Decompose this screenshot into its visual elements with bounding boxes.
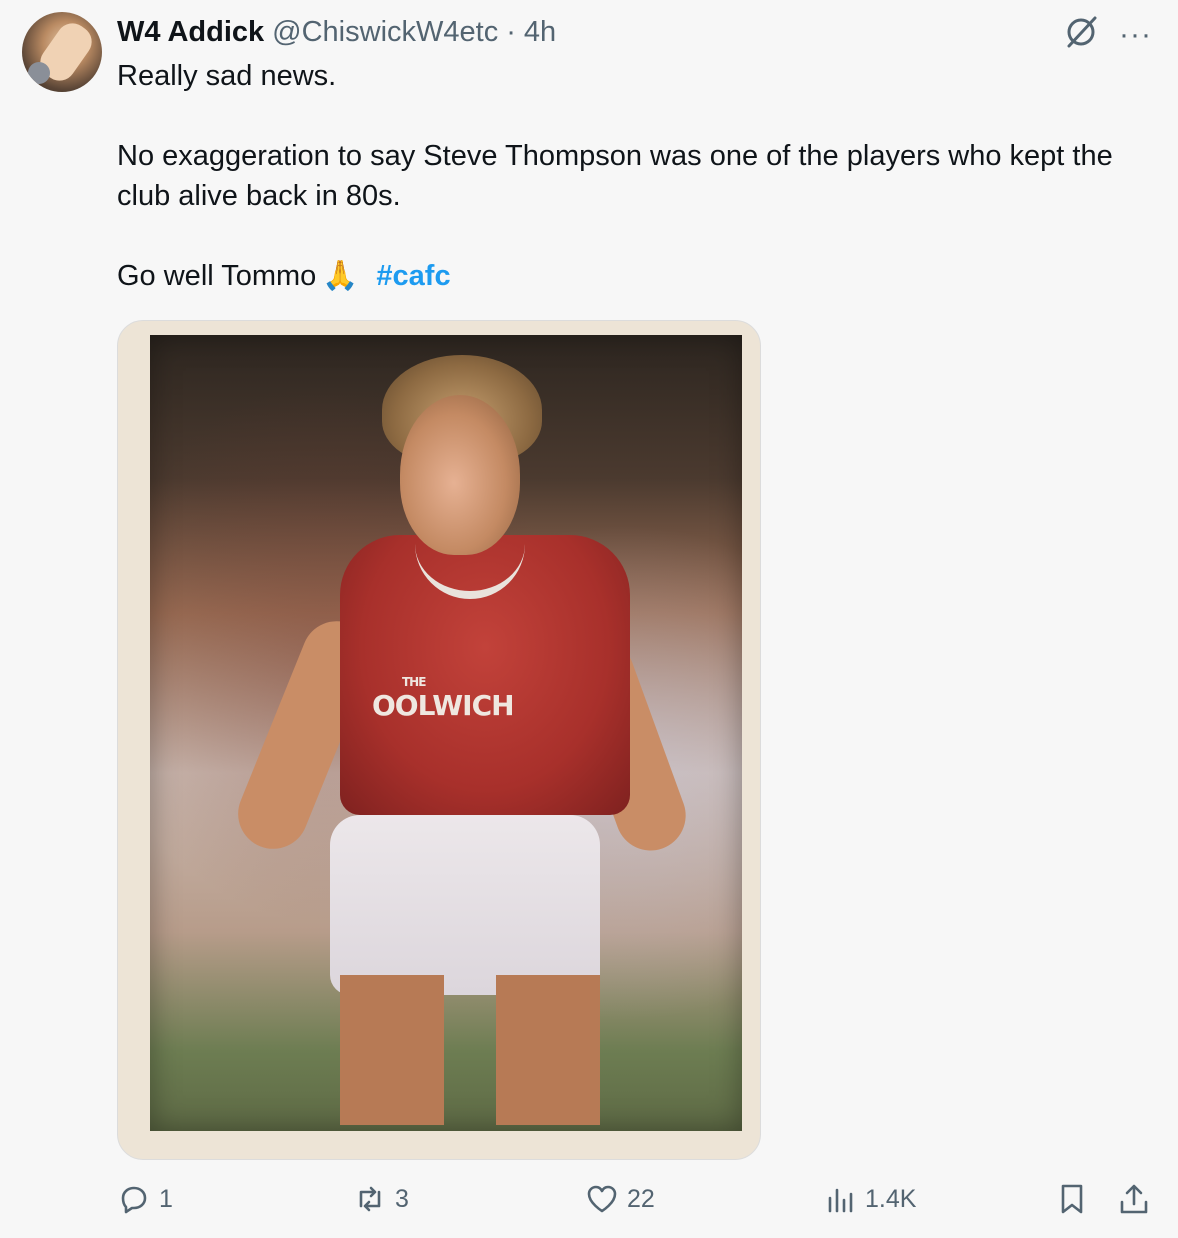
avatar-watch bbox=[28, 62, 50, 84]
tweet-top-actions: ··· bbox=[1063, 14, 1152, 55]
like-icon bbox=[587, 1185, 617, 1213]
repost-icon bbox=[359, 1186, 381, 1212]
tweet-actions: 1 3 22 1.4K bbox=[117, 1182, 1157, 1226]
more-icon[interactable]: ··· bbox=[1119, 17, 1152, 53]
user-handle[interactable]: @ChiswickW4etc bbox=[272, 16, 498, 49]
photo-white-shorts bbox=[330, 815, 600, 995]
tweet-paragraph-2: No exaggeration to say Steve Thompson wa… bbox=[117, 140, 1113, 212]
views-button[interactable]: 1.4K bbox=[823, 1182, 916, 1216]
folded-hands-emoji: 🙏 bbox=[322, 260, 359, 292]
like-count: 22 bbox=[627, 1184, 655, 1213]
separator-dot: · bbox=[506, 15, 516, 48]
reply-icon bbox=[121, 1186, 147, 1214]
hashtag-link[interactable]: #cafc bbox=[376, 260, 450, 292]
tweet-header: W4 Addick @ChiswickW4etc · 4h bbox=[117, 12, 556, 52]
reply-button[interactable]: 1 bbox=[117, 1182, 173, 1216]
reply-count: 1 bbox=[159, 1184, 173, 1213]
repost-count: 3 bbox=[395, 1184, 409, 1213]
repost-button[interactable]: 3 bbox=[353, 1182, 409, 1216]
tweet-photo[interactable]: THE OOLWICH bbox=[117, 320, 761, 1160]
tweet-text: Really sad news. No exaggeration to say … bbox=[117, 56, 1147, 296]
share-button[interactable] bbox=[1117, 1182, 1151, 1216]
grok-icon[interactable] bbox=[1063, 14, 1119, 55]
like-button[interactable]: 22 bbox=[585, 1182, 655, 1216]
timestamp[interactable]: 4h bbox=[524, 16, 556, 49]
share-icon bbox=[1120, 1184, 1148, 1214]
player-photo: THE OOLWICH bbox=[150, 335, 742, 1131]
bookmark-button[interactable] bbox=[1055, 1182, 1089, 1216]
avatar[interactable] bbox=[22, 12, 102, 92]
tweet-line-3-text: Go well Tommo bbox=[117, 260, 317, 292]
shirt-sponsor: THE OOLWICH bbox=[372, 675, 515, 722]
tweet-line-3: Go well Tommo 🙏 #cafc bbox=[117, 256, 1147, 296]
photo-legs bbox=[340, 975, 600, 1125]
tweet-line-1: Really sad news. bbox=[117, 60, 337, 92]
views-icon bbox=[828, 1188, 853, 1213]
bookmark-icon bbox=[1061, 1184, 1083, 1214]
shirt-sponsor-small: THE bbox=[402, 675, 426, 689]
display-name[interactable]: W4 Addick bbox=[117, 16, 264, 49]
views-count: 1.4K bbox=[865, 1184, 917, 1213]
shirt-sponsor-text: OOLWICH bbox=[372, 689, 515, 722]
